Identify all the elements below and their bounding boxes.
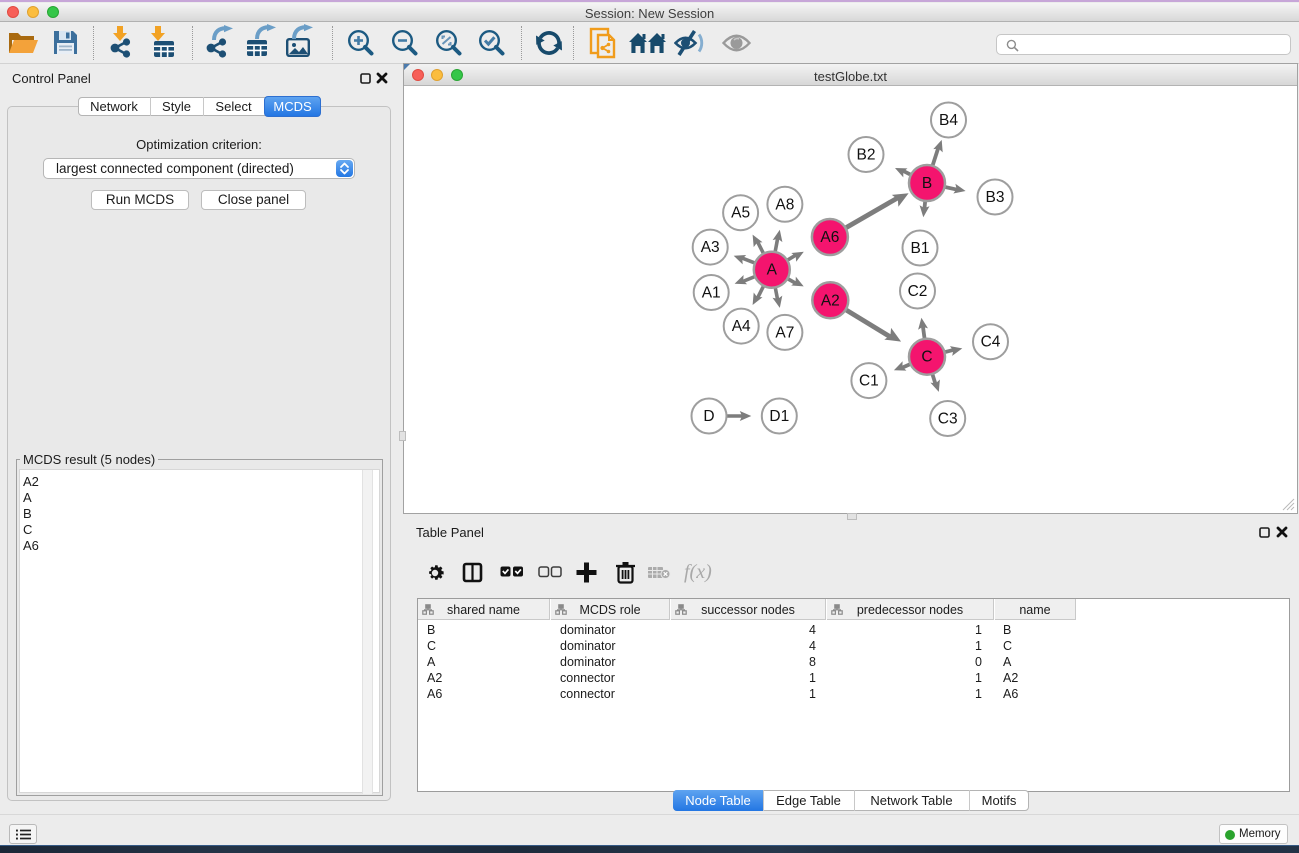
svg-text:B: B — [922, 175, 932, 192]
svg-text:B2: B2 — [857, 147, 876, 164]
svg-text:A4: A4 — [732, 318, 751, 335]
svg-text:A1: A1 — [702, 285, 721, 302]
svg-text:A: A — [767, 262, 778, 279]
svg-text:A7: A7 — [775, 324, 794, 341]
svg-text:A3: A3 — [701, 239, 720, 256]
svg-text:C4: C4 — [981, 334, 1001, 351]
svg-text:C: C — [921, 349, 932, 366]
svg-text:C3: C3 — [938, 411, 958, 428]
svg-text:C1: C1 — [859, 373, 879, 390]
svg-text:A2: A2 — [821, 292, 840, 309]
svg-text:D1: D1 — [769, 408, 789, 425]
svg-text:A8: A8 — [775, 196, 794, 213]
svg-text:B1: B1 — [911, 240, 930, 257]
svg-text:B4: B4 — [939, 112, 958, 129]
svg-text:C2: C2 — [908, 283, 928, 300]
svg-text:A6: A6 — [820, 229, 839, 246]
svg-text:A5: A5 — [731, 205, 750, 222]
svg-text:B3: B3 — [986, 189, 1005, 206]
svg-text:D: D — [703, 408, 714, 425]
